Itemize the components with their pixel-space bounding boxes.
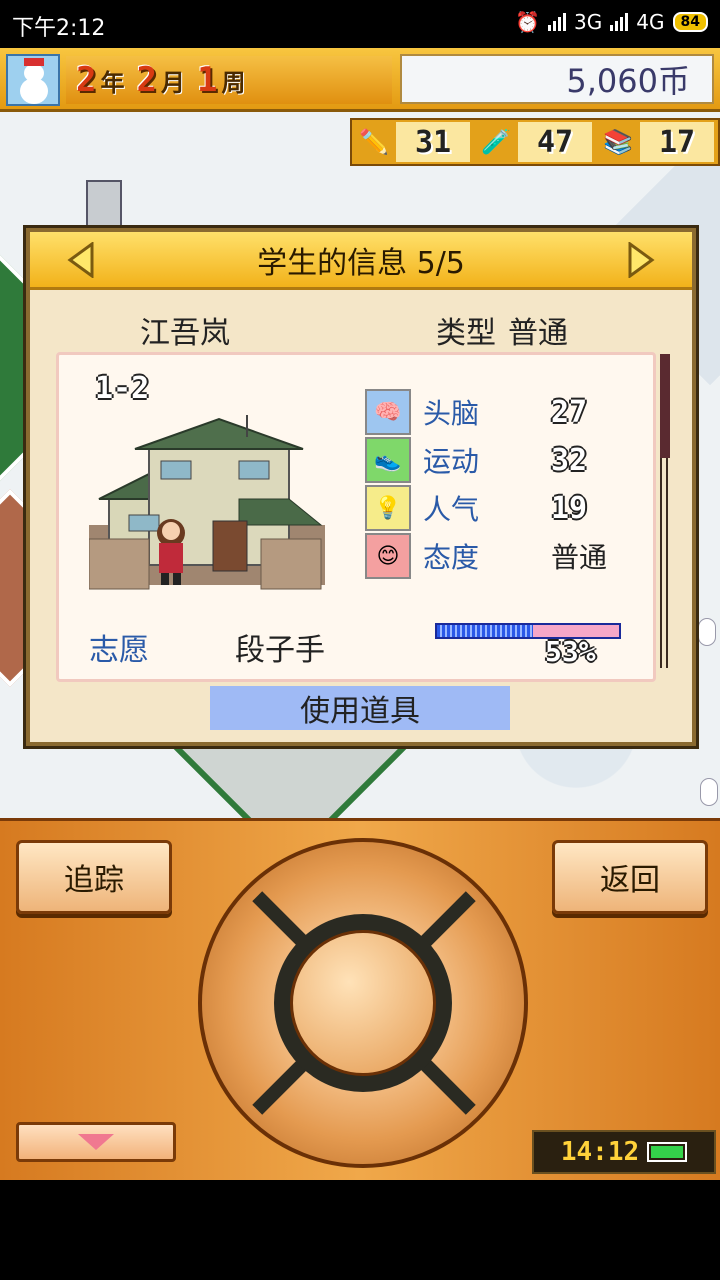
stat-label: 头脑 — [423, 397, 480, 430]
stat-attitude: 😊 态度 普通 — [365, 533, 625, 579]
lightbulb-icon: 💡 — [365, 485, 411, 531]
house-illustration — [89, 415, 325, 590]
resource-value: 31 — [396, 122, 470, 162]
student-name: 江吾岚 — [140, 316, 230, 351]
back-button[interactable]: 返回 — [552, 840, 708, 914]
triangle-down-icon — [78, 1134, 114, 1150]
game-date: 2 年 2 月 1 周 — [66, 56, 392, 104]
dpad-center-button[interactable] — [290, 930, 436, 1076]
class-label: 1-2 — [95, 371, 150, 406]
stat-value: 32 — [551, 442, 588, 478]
scrollbar[interactable] — [660, 354, 670, 668]
stat-popularity: 💡 人气 19 — [365, 485, 625, 531]
snowman-decoration — [698, 618, 716, 646]
resource-value: 47 — [518, 122, 592, 162]
season-snowman-icon — [6, 54, 60, 106]
resource-books: 📚 17 — [596, 120, 718, 164]
clock-time: 14:12 — [560, 1137, 640, 1167]
battery-icon: 84 — [672, 12, 708, 32]
type-label: 类型 — [436, 316, 496, 351]
stat-athletics: 👟 运动 32 — [365, 437, 625, 483]
stat-value: 27 — [551, 394, 588, 430]
student-info-dialog: 学生的信息 5/5 江吾岚 类型 普通 1-2 🧠 头脑 27 👟 运动 32 … — [26, 228, 696, 746]
water-tower — [86, 180, 122, 228]
signal-icon — [548, 13, 567, 31]
dpad[interactable] — [198, 838, 528, 1168]
year-value: 2 — [76, 60, 97, 100]
status-icons: ⏰ 3G 4G 84 — [515, 10, 708, 34]
month-value: 2 — [136, 60, 157, 100]
sneaker-icon: 👟 — [365, 437, 411, 483]
game-clock: 14:12 — [532, 1130, 716, 1174]
money-display: 5,060币 — [400, 54, 714, 104]
alarm-icon: ⏰ — [515, 10, 541, 34]
week-unit: 周 — [221, 68, 246, 97]
bottom-black-area — [0, 1180, 720, 1280]
resource-pencil: ✏️ 31 — [352, 120, 474, 164]
network-4g-label: 4G — [636, 10, 665, 34]
dialog-title: 学生的信息 5/5 — [257, 245, 465, 281]
type-value: 普通 — [508, 316, 568, 351]
arrow-right-icon — [628, 241, 655, 279]
pencil-icon: ✏️ — [359, 128, 389, 156]
brain-icon: 🧠 — [365, 389, 411, 435]
student-card: 1-2 🧠 头脑 27 👟 运动 32 💡 人气 19 😊 态度 普通 志愿 段… — [56, 352, 656, 682]
next-student-button[interactable] — [626, 241, 656, 279]
year-unit: 年 — [100, 68, 125, 97]
stat-label: 态度 — [423, 541, 480, 574]
aspiration-label: 志愿 — [89, 633, 149, 668]
snowman-decoration — [700, 778, 718, 806]
arrow-left-icon — [67, 241, 94, 279]
dialog-header: 学生的信息 5/5 — [30, 232, 692, 290]
resource-flask: 🧪 47 — [474, 120, 596, 164]
scroll-thumb[interactable] — [660, 354, 670, 458]
prev-student-button[interactable] — [66, 241, 96, 279]
week-value: 1 — [196, 60, 218, 100]
student-type: 类型 普通 — [436, 308, 568, 352]
progress-fill — [437, 625, 534, 637]
collapse-button[interactable] — [16, 1122, 176, 1162]
signal-icon-2 — [610, 13, 629, 31]
network-3g-label: 3G — [574, 10, 603, 34]
system-status-bar: 下午2:12 ⏰ 3G 4G 84 — [0, 0, 720, 48]
month-unit: 月 — [160, 68, 185, 97]
stat-intelligence: 🧠 头脑 27 — [365, 389, 625, 435]
stat-label: 运动 — [423, 445, 480, 478]
stat-value: 19 — [551, 490, 588, 526]
book-stack-icon: 📚 — [603, 128, 633, 156]
aspiration-value: 段子手 — [235, 633, 325, 668]
flask-icon: 🧪 — [481, 128, 511, 156]
stat-value: 普通 — [551, 541, 608, 574]
track-button[interactable]: 追踪 — [16, 840, 172, 914]
battery-icon — [647, 1142, 688, 1162]
stat-label: 人气 — [423, 493, 480, 526]
progress-percent: 53% — [545, 635, 596, 668]
smiley-icon: 😊 — [365, 533, 411, 579]
status-time: 下午2:12 — [12, 16, 106, 41]
resource-bar: ✏️ 31 🧪 47 📚 17 — [350, 118, 720, 166]
resource-value: 17 — [640, 122, 714, 162]
top-hud: 2 年 2 月 1 周 5,060币 — [0, 48, 720, 112]
use-item-button[interactable]: 使用道具 — [210, 686, 510, 730]
